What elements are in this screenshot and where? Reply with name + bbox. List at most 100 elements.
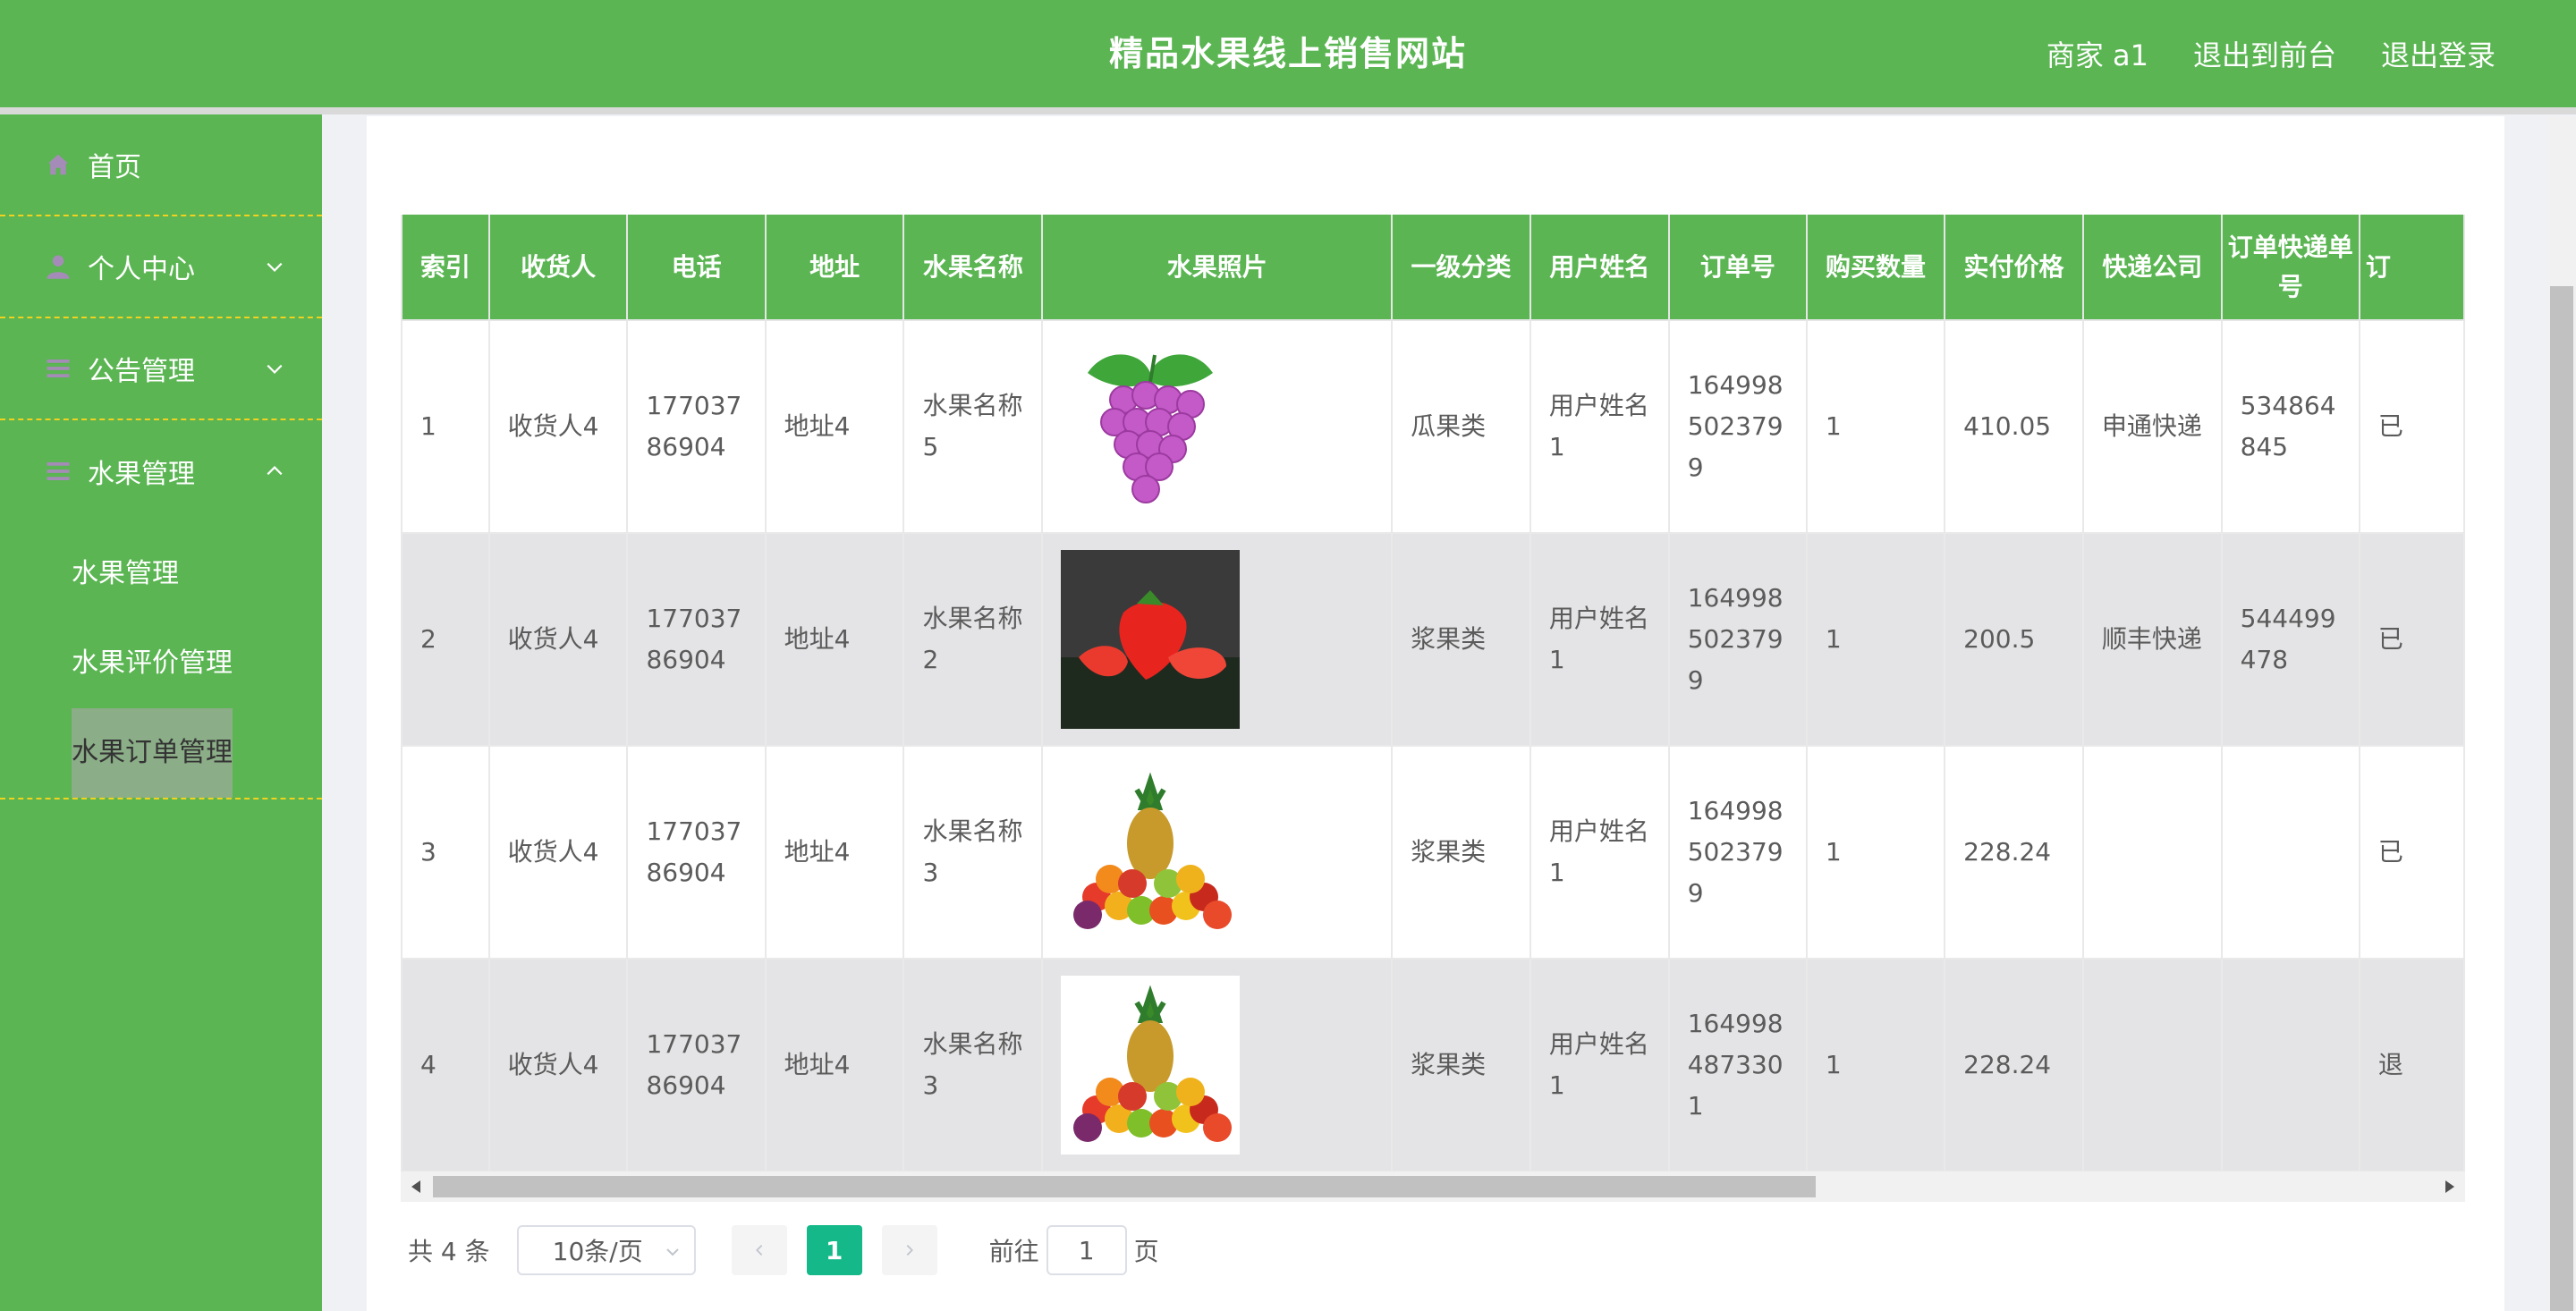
cell-fruit: 水果名称5 <box>902 319 1044 534</box>
cell-express: 申通快递 <box>2081 319 2223 534</box>
cell-receiver: 收货人4 <box>487 319 629 534</box>
cell-status: 已 <box>2358 319 2465 534</box>
scroll-right-arrow[interactable] <box>2445 1180 2454 1193</box>
cell-qty: 1 <box>1805 319 1946 534</box>
sidebar-subitem-label: 水果订单管理 <box>72 708 233 798</box>
logout-link[interactable]: 退出登录 <box>2381 33 2496 74</box>
cell-qty: 1 <box>1805 958 1946 1172</box>
strawberry-image <box>1061 550 1241 729</box>
cell-user: 用户姓名1 <box>1529 745 1670 960</box>
cell-user: 用户姓名1 <box>1529 958 1670 1172</box>
page-unit-label: 页 <box>1133 1237 1159 1266</box>
cell-tracking: 534864845 <box>2220 319 2360 534</box>
home-icon <box>47 154 69 175</box>
col-header: 电话 <box>626 215 767 321</box>
user-icon <box>47 255 70 279</box>
cell-photo <box>1041 745 1394 960</box>
cell-qty: 1 <box>1805 745 1946 960</box>
col-header: 水果照片 <box>1041 215 1394 321</box>
chevron-left-icon <box>755 1244 762 1256</box>
vertical-scrollbar[interactable] <box>2547 116 2576 1311</box>
fruit-submenu: 水果管理 水果评价管理 水果订单管理 <box>0 522 322 799</box>
goto-label: 前往 <box>988 1237 1039 1266</box>
pagination: 共 4 条 10条/页 1 前往 1 页 <box>408 1225 1159 1275</box>
next-page-button[interactable] <box>881 1225 937 1275</box>
order-table: 索引 收货人 电话 地址 水果名称 水果照片 一级分类 用户姓名 订单号 购买数… <box>401 215 2465 1172</box>
page-size-value: 10条/页 <box>552 1237 643 1266</box>
cell-address: 地址4 <box>764 745 905 960</box>
chevron-up-icon <box>267 466 283 476</box>
horizontal-scrollbar-thumb[interactable] <box>433 1176 1816 1197</box>
cell-order: 1649985023799 <box>1667 745 1808 960</box>
page-size-select[interactable]: 10条/页 <box>516 1225 696 1275</box>
cell-order: 1649984873301 <box>1667 958 1808 1172</box>
sidebar-subitem-fruit-manage[interactable]: 水果管理 <box>0 529 322 619</box>
cell-tracking <box>2220 745 2360 960</box>
prev-page-button[interactable] <box>731 1225 787 1275</box>
col-header: 快递公司 <box>2081 215 2223 321</box>
table-row[interactable]: 1 收货人4 17703786904 地址4 水果名称5 瓜果类 用户姓名1 1649985… <box>401 319 2465 534</box>
col-header: 实付价格 <box>1944 215 2084 321</box>
table-row[interactable]: 4 收货人4 17703786904 地址4 水果名称3 浆果类 用户姓名1 1649984… <box>401 958 2465 1172</box>
sidebar-item-fruit[interactable]: 水果管理 <box>0 420 322 522</box>
goto-page-input[interactable]: 1 <box>1046 1225 1127 1275</box>
cell-idx: 1 <box>401 319 490 534</box>
page-number-current[interactable]: 1 <box>806 1225 862 1275</box>
cell-price: 200.5 <box>1944 532 2084 747</box>
cell-photo <box>1041 958 1394 1172</box>
cell-price: 410.05 <box>1944 319 2084 534</box>
col-header: 购买数量 <box>1805 215 1946 321</box>
list-icon <box>47 462 70 480</box>
list-icon <box>47 359 70 377</box>
cell-idx: 4 <box>401 958 490 1172</box>
sidebar-subitem-fruit-review[interactable]: 水果评价管理 <box>0 619 322 708</box>
cell-order: 1649985023799 <box>1667 532 1808 747</box>
cell-express <box>2081 745 2223 960</box>
cell-phone: 17703786904 <box>626 745 767 960</box>
cell-fruit: 水果名称3 <box>902 745 1044 960</box>
sidebar-item-profile[interactable]: 个人中心 <box>0 216 322 318</box>
cell-tracking <box>2220 958 2360 1172</box>
cell-photo <box>1041 319 1394 534</box>
table-row[interactable]: 3 收货人4 17703786904 地址4 水果名称3 浆果类 用户姓名1 1649985… <box>401 745 2465 960</box>
cell-phone: 17703786904 <box>626 532 767 747</box>
cell-fruit: 水果名称3 <box>902 958 1044 1172</box>
exit-to-front-link[interactable]: 退出到前台 <box>2193 33 2336 74</box>
cell-express <box>2081 958 2223 1172</box>
cell-receiver: 收货人4 <box>487 745 629 960</box>
sidebar-item-home[interactable]: 首页 <box>0 114 322 216</box>
cell-category: 浆果类 <box>1391 958 1531 1172</box>
cell-price: 228.24 <box>1944 745 2084 960</box>
cell-address: 地址4 <box>764 532 905 747</box>
cell-category: 浆果类 <box>1391 745 1531 960</box>
horizontal-scrollbar[interactable] <box>401 1171 2465 1202</box>
sidebar-item-label: 公告管理 <box>88 356 195 387</box>
merchant-user-link[interactable]: 商家 a1 <box>2046 33 2148 74</box>
sidebar-item-label: 水果管理 <box>88 459 195 490</box>
col-header: 订单号 <box>1667 215 1808 321</box>
sidebar-item-notice[interactable]: 公告管理 <box>0 318 322 420</box>
cell-idx: 3 <box>401 745 490 960</box>
cell-category: 瓜果类 <box>1391 319 1531 534</box>
mixed-fruit-image <box>1061 763 1241 942</box>
sidebar-item-label: 首页 <box>88 152 141 183</box>
total-count: 共 4 条 <box>408 1237 490 1266</box>
site-title: 精品水果线上销售网站 <box>1109 34 1468 73</box>
cell-address: 地址4 <box>764 319 905 534</box>
vertical-scrollbar-thumb[interactable] <box>2550 286 2573 1311</box>
top-header: 精品水果线上销售网站 商家 a1 退出到前台 退出登录 <box>0 0 2576 107</box>
sidebar-subitem-label: 水果评价管理 <box>72 647 233 679</box>
cell-user: 用户姓名1 <box>1529 532 1670 747</box>
sidebar: 首页 个人中心 公告管理 水果管理 水果管理 水果评价管理 水果订单管理 <box>0 114 322 1311</box>
cell-photo <box>1041 532 1394 747</box>
scroll-left-arrow[interactable] <box>411 1180 420 1193</box>
table-row[interactable]: 2 收货人4 17703786904 地址4 水果名称2 浆果类 用户姓名1 1649985… <box>401 532 2465 747</box>
sidebar-item-label: 个人中心 <box>88 254 195 285</box>
col-header: 地址 <box>764 215 905 321</box>
header-divider <box>0 107 2576 114</box>
chevron-down-icon <box>267 262 283 272</box>
cell-user: 用户姓名1 <box>1529 319 1670 534</box>
cell-fruit: 水果名称2 <box>902 532 1044 747</box>
col-header: 订 <box>2358 215 2465 321</box>
sidebar-subitem-fruit-order[interactable]: 水果订单管理 <box>0 708 322 798</box>
